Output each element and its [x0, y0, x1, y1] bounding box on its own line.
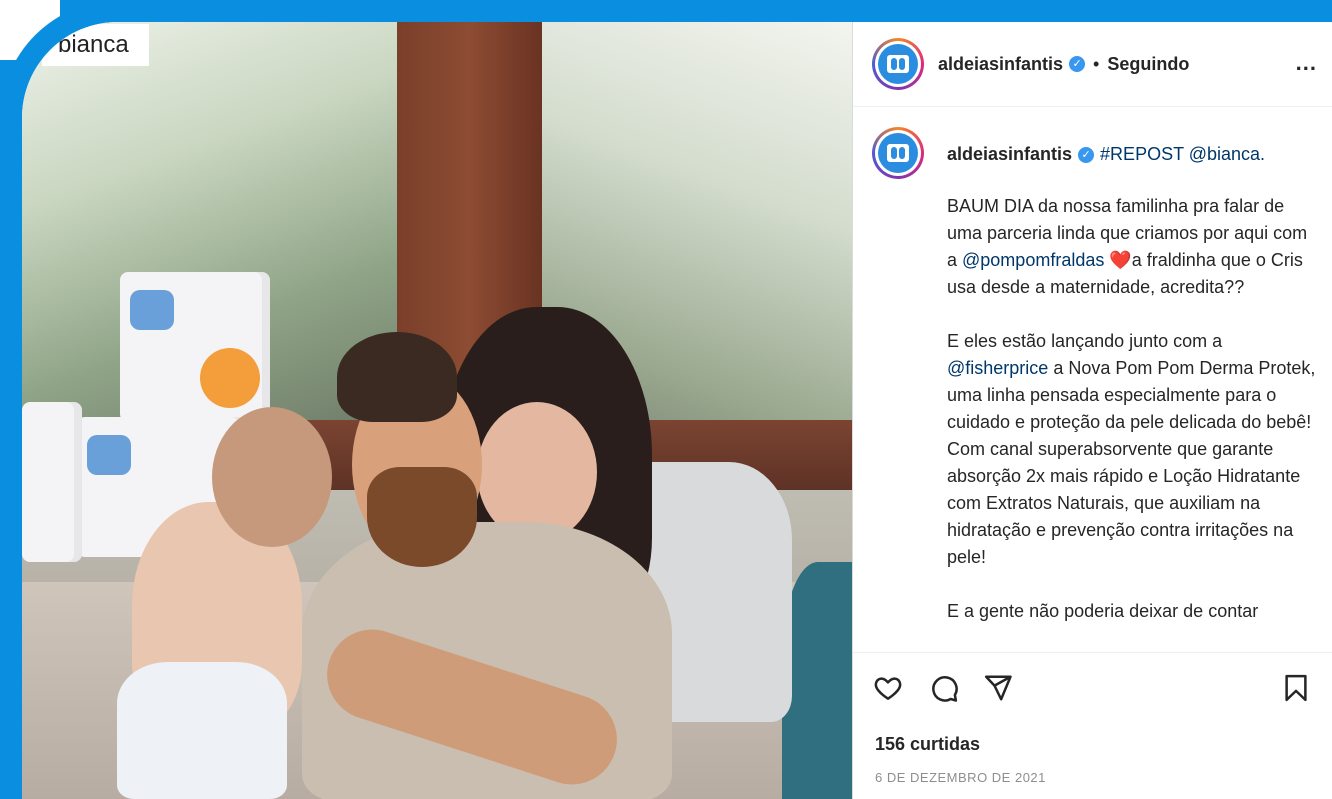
caption-repost-tag[interactable]: #REPOST @bianca. — [1100, 144, 1265, 164]
photo-diaper-pack — [120, 272, 270, 422]
photo-user-tag-label: bianca — [58, 31, 129, 58]
photo-diaper-pack — [22, 402, 82, 562]
send-paper-plane-icon[interactable] — [983, 673, 1013, 703]
caption-paragraph: BAUM DIA da nossa familinha pra falar de… — [947, 193, 1317, 301]
post-photo[interactable]: bianca — [22, 22, 852, 799]
caption-username[interactable]: aldeiasinfantis — [947, 144, 1072, 164]
caption-text-span: E eles estão lançando junto com a — [947, 331, 1223, 351]
photo-baby-head — [212, 407, 332, 547]
caption-paragraph: E a gente não poderia deixar de contar — [947, 598, 1317, 625]
aldeias-logo-icon — [887, 55, 909, 73]
more-options-icon[interactable]: ... — [1296, 50, 1317, 76]
header-username[interactable]: aldeiasinfantis — [938, 54, 1063, 75]
likes-count[interactable]: 156 curtidas — [875, 734, 980, 755]
caption-mention-link[interactable]: @pompomfraldas — [962, 250, 1104, 270]
photo-man-hair — [337, 332, 457, 422]
caption-fade — [853, 622, 1332, 652]
post-actions-bar — [853, 667, 1332, 713]
post-side-panel: aldeiasinfantis ✓ • Seguindo ... aldeias… — [852, 22, 1332, 799]
verified-badge-icon: ✓ — [1078, 147, 1095, 164]
caption-text: BAUM DIA da nossa familinha pra falar de… — [947, 193, 1317, 652]
profile-avatar[interactable] — [872, 38, 924, 90]
actions-divider — [853, 652, 1332, 653]
photo-woman-face — [477, 402, 597, 542]
photo-teal-cushion — [782, 562, 852, 799]
photo-man-beard — [367, 467, 477, 567]
red-heart-emoji: ❤️ — [1104, 250, 1132, 270]
photo-user-tag[interactable]: bianca — [42, 24, 149, 66]
caption-area: aldeiasinfantis ✓ #REPOST @bianca. BAUM DI… — [853, 107, 1332, 652]
screenshot-frame: bianca aldeiasinfantis ✓ • Seguindo ... — [0, 0, 1332, 799]
caption-mention-link[interactable]: @fisherprice — [947, 358, 1048, 378]
header-separator: • — [1093, 53, 1100, 74]
caption-avatar[interactable] — [872, 127, 924, 179]
comment-bubble-icon[interactable] — [929, 673, 959, 703]
post-header: aldeiasinfantis ✓ • Seguindo ... — [853, 22, 1332, 107]
post-date: 6 DE DEZEMBRO DE 2021 — [875, 770, 1046, 785]
like-heart-icon[interactable] — [873, 673, 903, 703]
following-button[interactable]: Seguindo — [1107, 54, 1189, 75]
instagram-post: bianca aldeiasinfantis ✓ • Seguindo ... — [22, 22, 1332, 799]
caption-text-span: E a gente não poderia deixar de contar — [947, 601, 1259, 621]
caption-paragraph: E eles estão lançando junto com a @fishe… — [947, 328, 1317, 571]
aldeias-logo-icon — [887, 144, 909, 162]
caption-header: aldeiasinfantis ✓ #REPOST @bianca. — [947, 144, 1265, 165]
bookmark-outline-icon[interactable] — [1281, 673, 1311, 703]
verified-badge-icon: ✓ — [1069, 56, 1086, 72]
photo-baby-diaper — [117, 662, 287, 799]
caption-text-span: a Nova Pom Pom Derma Protek, uma linha p… — [947, 358, 1316, 567]
